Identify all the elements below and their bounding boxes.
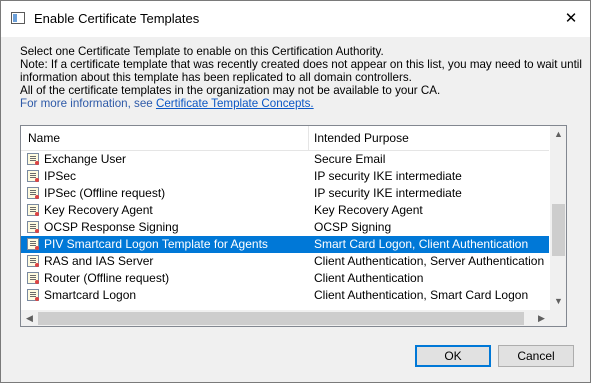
column-divider[interactable] <box>308 126 309 150</box>
description-line-1: Select one Certificate Template to enabl… <box>20 45 384 58</box>
more-info-prefix: For more information, see <box>20 97 156 110</box>
template-intended-purpose: Client Authentication, Smart Card Logon <box>314 288 529 302</box>
list-item[interactable]: OCSP Response Signing OCSP Signing <box>21 219 549 236</box>
close-icon[interactable]: ✕ <box>556 6 586 32</box>
template-intended-purpose: Smart Card Logon, Client Authentication <box>314 237 529 251</box>
scroll-right-icon[interactable]: ▶ <box>533 310 550 326</box>
template-intended-purpose: IP security IKE intermediate <box>314 169 462 183</box>
certificate-template-concepts-link[interactable]: Certificate Template Concepts. <box>156 97 314 110</box>
list-item[interactable]: Smartcard Logon Client Authentication, Sm… <box>21 287 549 304</box>
description-line-4: All of the certificate templates in the … <box>20 84 441 97</box>
list-item[interactable]: IPSec (Offline request) IP security IKE i… <box>21 185 549 202</box>
template-name: OCSP Response Signing <box>44 220 179 234</box>
description-line-2: Note: If a certificate template that was… <box>20 58 582 71</box>
more-info-line: For more information, see Certificate Te… <box>20 97 580 110</box>
list-item[interactable]: Key Recovery Agent Key Recovery Agent <box>21 202 549 219</box>
template-name: IPSec <box>44 169 77 183</box>
enable-certificate-templates-dialog: Enable Certificate Templates ✕ Select on… <box>0 0 591 383</box>
template-intended-purpose: Client Authentication, Server Authentica… <box>314 254 545 268</box>
template-intended-purpose: Client Authentication <box>314 271 424 285</box>
template-name: RAS and IAS Server <box>44 254 154 268</box>
list-item[interactable]: Exchange User Secure Email <box>21 151 549 168</box>
certificate-template-icon <box>27 238 39 250</box>
template-name: IPSec (Offline request) <box>44 186 166 200</box>
certificate-template-icon <box>27 187 39 199</box>
template-intended-purpose: Secure Email <box>314 152 386 166</box>
scroll-up-icon[interactable]: ▲ <box>550 126 566 143</box>
list-item[interactable]: Router (Offline request) Client Authentic… <box>21 270 549 287</box>
scrollbar-corner <box>550 310 566 326</box>
template-name: Router (Offline request) <box>44 271 170 285</box>
list-item[interactable]: RAS and IAS Server Client Authentication,… <box>21 253 549 270</box>
window-title: Enable Certificate Templates <box>34 11 200 26</box>
template-name: Key Recovery Agent <box>44 203 153 217</box>
template-name: Smartcard Logon <box>44 288 137 302</box>
certificate-template-icon <box>27 170 39 182</box>
scroll-down-icon[interactable]: ▼ <box>550 293 566 310</box>
certificate-template-icon <box>27 153 39 165</box>
template-name: PIV Smartcard Logon Template for Agents <box>44 237 268 251</box>
list-item[interactable]: PIV Smartcard Logon Template for Agents S… <box>21 236 549 253</box>
list-item[interactable]: IPSec IP security IKE intermediate <box>21 168 549 185</box>
certificate-template-icon <box>27 272 39 284</box>
certificate-template-icon <box>27 255 39 267</box>
ok-button[interactable]: OK <box>415 345 491 367</box>
column-header-intended-purpose[interactable]: Intended Purpose <box>314 126 549 150</box>
window-app-icon <box>11 12 25 24</box>
template-intended-purpose: Key Recovery Agent <box>314 203 423 217</box>
certificate-template-icon <box>27 204 39 216</box>
title-bar[interactable]: Enable Certificate Templates ✕ <box>1 1 590 37</box>
certificate-template-icon <box>27 221 39 233</box>
description: Select one Certificate Template to enabl… <box>20 45 582 110</box>
scroll-left-icon[interactable]: ◀ <box>21 310 38 326</box>
vertical-scroll-thumb[interactable] <box>552 204 565 256</box>
list-rows: Exchange User Secure Email IPSec IP securit… <box>21 151 549 304</box>
certificate-template-icon <box>27 289 39 301</box>
list-header: Name Intended Purpose <box>21 126 549 151</box>
template-intended-purpose: OCSP Signing <box>314 220 392 234</box>
horizontal-scrollbar[interactable]: ◀ ▶ <box>21 310 550 326</box>
certificate-templates-list[interactable]: Name Intended Purpose Exchange User Secur… <box>20 125 567 327</box>
vertical-scrollbar[interactable]: ▲ ▼ <box>550 126 566 310</box>
cancel-button[interactable]: Cancel <box>498 345 574 367</box>
column-header-name[interactable]: Name <box>28 126 308 150</box>
horizontal-scroll-thumb[interactable] <box>38 312 524 325</box>
template-intended-purpose: IP security IKE intermediate <box>314 186 462 200</box>
description-line-3: information about this template has been… <box>20 71 412 84</box>
template-name: Exchange User <box>44 152 127 166</box>
